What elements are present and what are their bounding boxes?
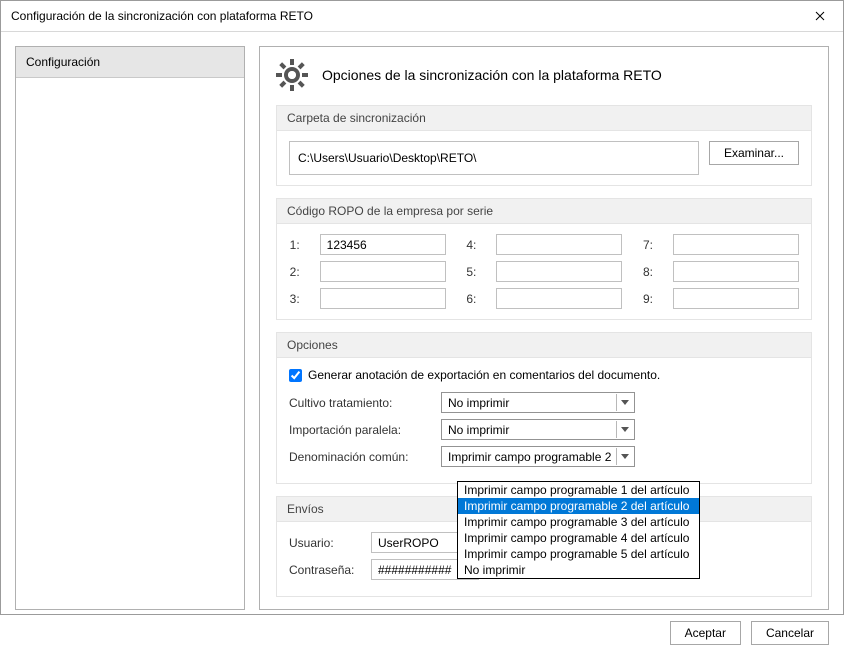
ropo-input-2[interactable] — [320, 261, 446, 282]
section-folder: Carpeta de sincronización Examinar... — [276, 105, 812, 186]
export-annotation-label: Generar anotación de exportación en come… — [308, 368, 660, 382]
ropo-label-7: 7: — [643, 238, 653, 252]
cancel-button[interactable]: Cancelar — [751, 621, 829, 645]
dropdown-option[interactable]: No imprimir — [458, 562, 699, 578]
option-denom-combo[interactable]: Imprimir campo programable 2 — [441, 446, 635, 467]
chevron-down-icon — [616, 421, 632, 438]
section-ropo-title: Código ROPO de la empresa por serie — [277, 199, 811, 224]
sidebar-item-configuracion[interactable]: Configuración — [16, 47, 244, 78]
ropo-input-8[interactable] — [673, 261, 799, 282]
ropo-label-6: 6: — [466, 292, 476, 306]
ropo-input-6[interactable] — [496, 288, 622, 309]
client-area: Configuración — [1, 32, 843, 656]
denom-dropdown-list[interactable]: Imprimir campo programable 1 del artícul… — [457, 481, 700, 579]
section-options: Opciones Generar anotación de exportació… — [276, 332, 812, 484]
ropo-input-7[interactable] — [673, 234, 799, 255]
export-annotation-checkbox[interactable] — [289, 369, 302, 382]
dropdown-option[interactable]: Imprimir campo programable 4 del artícul… — [458, 530, 699, 546]
ropo-label-9: 9: — [643, 292, 653, 306]
option-import-combo[interactable]: No imprimir — [441, 419, 635, 440]
footer: Aceptar Cancelar — [1, 610, 843, 656]
ropo-label-8: 8: — [643, 265, 653, 279]
option-denom-label: Denominación común: — [289, 450, 441, 464]
ropo-label-5: 5: — [466, 265, 476, 279]
gear-icon — [276, 59, 308, 91]
dropdown-option[interactable]: Imprimir campo programable 5 del artícul… — [458, 546, 699, 562]
ropo-input-9[interactable] — [673, 288, 799, 309]
sync-folder-input[interactable] — [289, 141, 699, 175]
ropo-input-1[interactable] — [320, 234, 446, 255]
page-title: Opciones de la sincronización con la pla… — [322, 67, 662, 83]
close-button[interactable] — [797, 1, 843, 31]
option-cultivo-label: Cultivo tratamiento: — [289, 396, 441, 410]
dropdown-option[interactable]: Imprimir campo programable 1 del artícul… — [458, 482, 699, 498]
option-denom-value: Imprimir campo programable 2 — [448, 450, 611, 464]
ropo-input-5[interactable] — [496, 261, 622, 282]
close-icon — [815, 11, 825, 21]
option-import-label: Importación paralela: — [289, 423, 441, 437]
dropdown-option[interactable]: Imprimir campo programable 3 del artícul… — [458, 514, 699, 530]
ropo-label-3: 3: — [290, 292, 300, 306]
section-ropo: Código ROPO de la empresa por serie 1: 4… — [276, 198, 812, 320]
user-label: Usuario: — [289, 536, 371, 550]
sidebar: Configuración — [15, 46, 245, 610]
browse-button[interactable]: Examinar... — [709, 141, 799, 165]
option-cultivo-value: No imprimir — [448, 396, 509, 410]
ropo-input-3[interactable] — [320, 288, 446, 309]
accept-button[interactable]: Aceptar — [670, 621, 741, 645]
password-label: Contraseña: — [289, 563, 371, 577]
chevron-down-icon — [616, 394, 632, 411]
ropo-input-4[interactable] — [496, 234, 622, 255]
section-options-title: Opciones — [277, 333, 811, 358]
window-title: Configuración de la sincronización con p… — [11, 9, 313, 23]
section-folder-title: Carpeta de sincronización — [277, 106, 811, 131]
dropdown-option[interactable]: Imprimir campo programable 2 del artícul… — [458, 498, 699, 514]
titlebar: Configuración de la sincronización con p… — [1, 1, 843, 32]
option-cultivo-combo[interactable]: No imprimir — [441, 392, 635, 413]
ropo-label-1: 1: — [290, 238, 300, 252]
window: Configuración de la sincronización con p… — [0, 0, 844, 615]
sidebar-item-label: Configuración — [26, 55, 100, 69]
ropo-label-2: 2: — [290, 265, 300, 279]
chevron-down-icon — [616, 448, 632, 465]
option-import-value: No imprimir — [448, 423, 509, 437]
ropo-label-4: 4: — [466, 238, 476, 252]
